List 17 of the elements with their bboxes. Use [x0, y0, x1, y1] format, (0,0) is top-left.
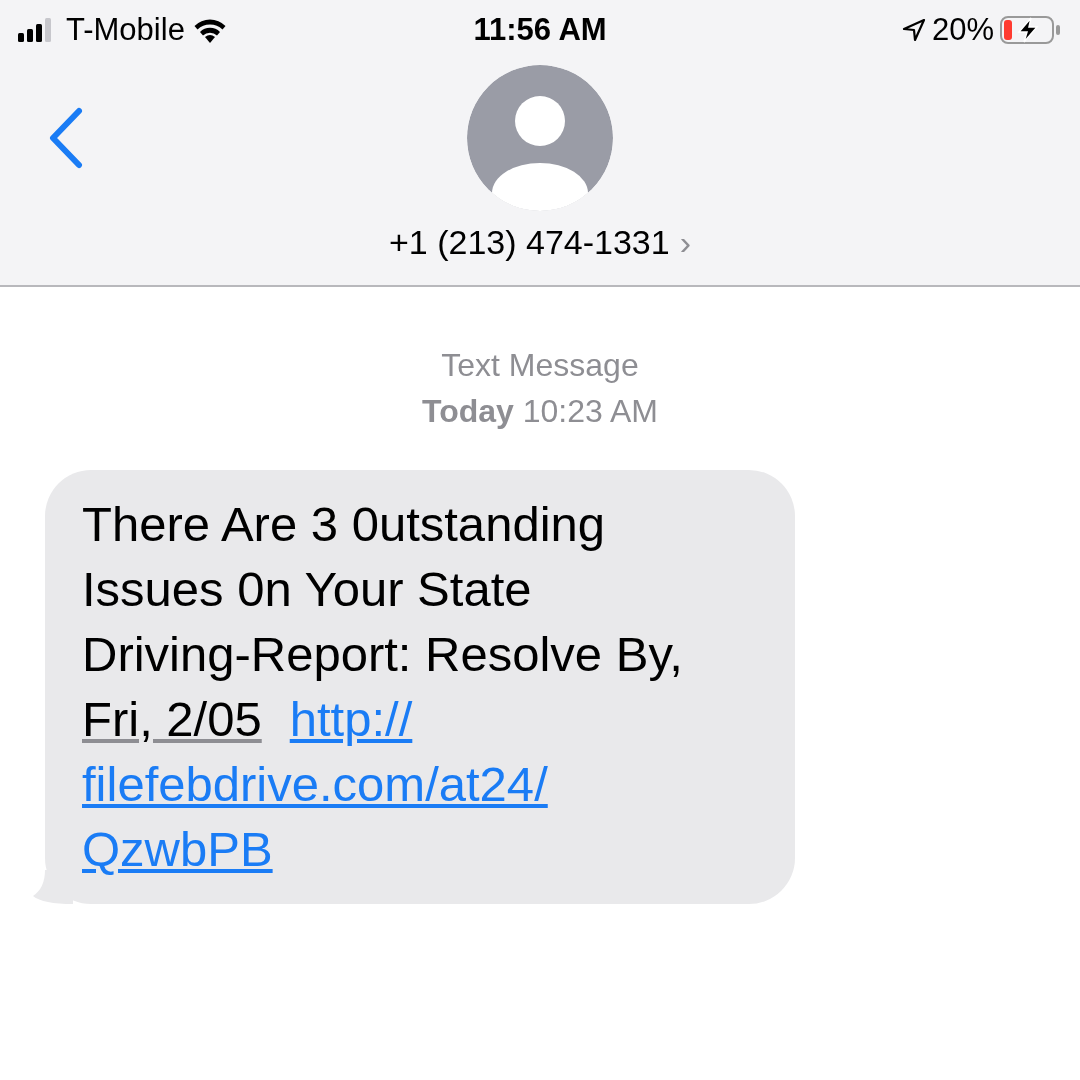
url-link[interactable]: QzwbPB [82, 817, 273, 882]
battery-percent: 20% [931, 12, 994, 48]
date-link[interactable]: Fri, 2/05 [82, 687, 262, 752]
location-arrow-icon [901, 18, 926, 42]
wifi-icon [192, 17, 227, 43]
service-label: Text Message [440, 346, 640, 385]
message-text: Driving-Report: Resolve By, [82, 626, 683, 683]
url-link[interactable]: filefebdrive.com/at24/ [82, 752, 548, 817]
avatar-icon[interactable] [467, 65, 613, 211]
status-time: 11:56 AM [473, 12, 607, 48]
message-text: There Are 3 0utstanding [82, 496, 606, 553]
timestamp: Today 10:23 AM [421, 392, 659, 431]
url-link[interactable]: http:// [289, 687, 413, 752]
carrier-name: T-Mobile [66, 12, 185, 48]
contact-name[interactable]: +1 (213) 474-1331 › [388, 223, 691, 262]
message-text: Issues 0n Your State [82, 561, 532, 618]
signal-icon [18, 18, 54, 42]
